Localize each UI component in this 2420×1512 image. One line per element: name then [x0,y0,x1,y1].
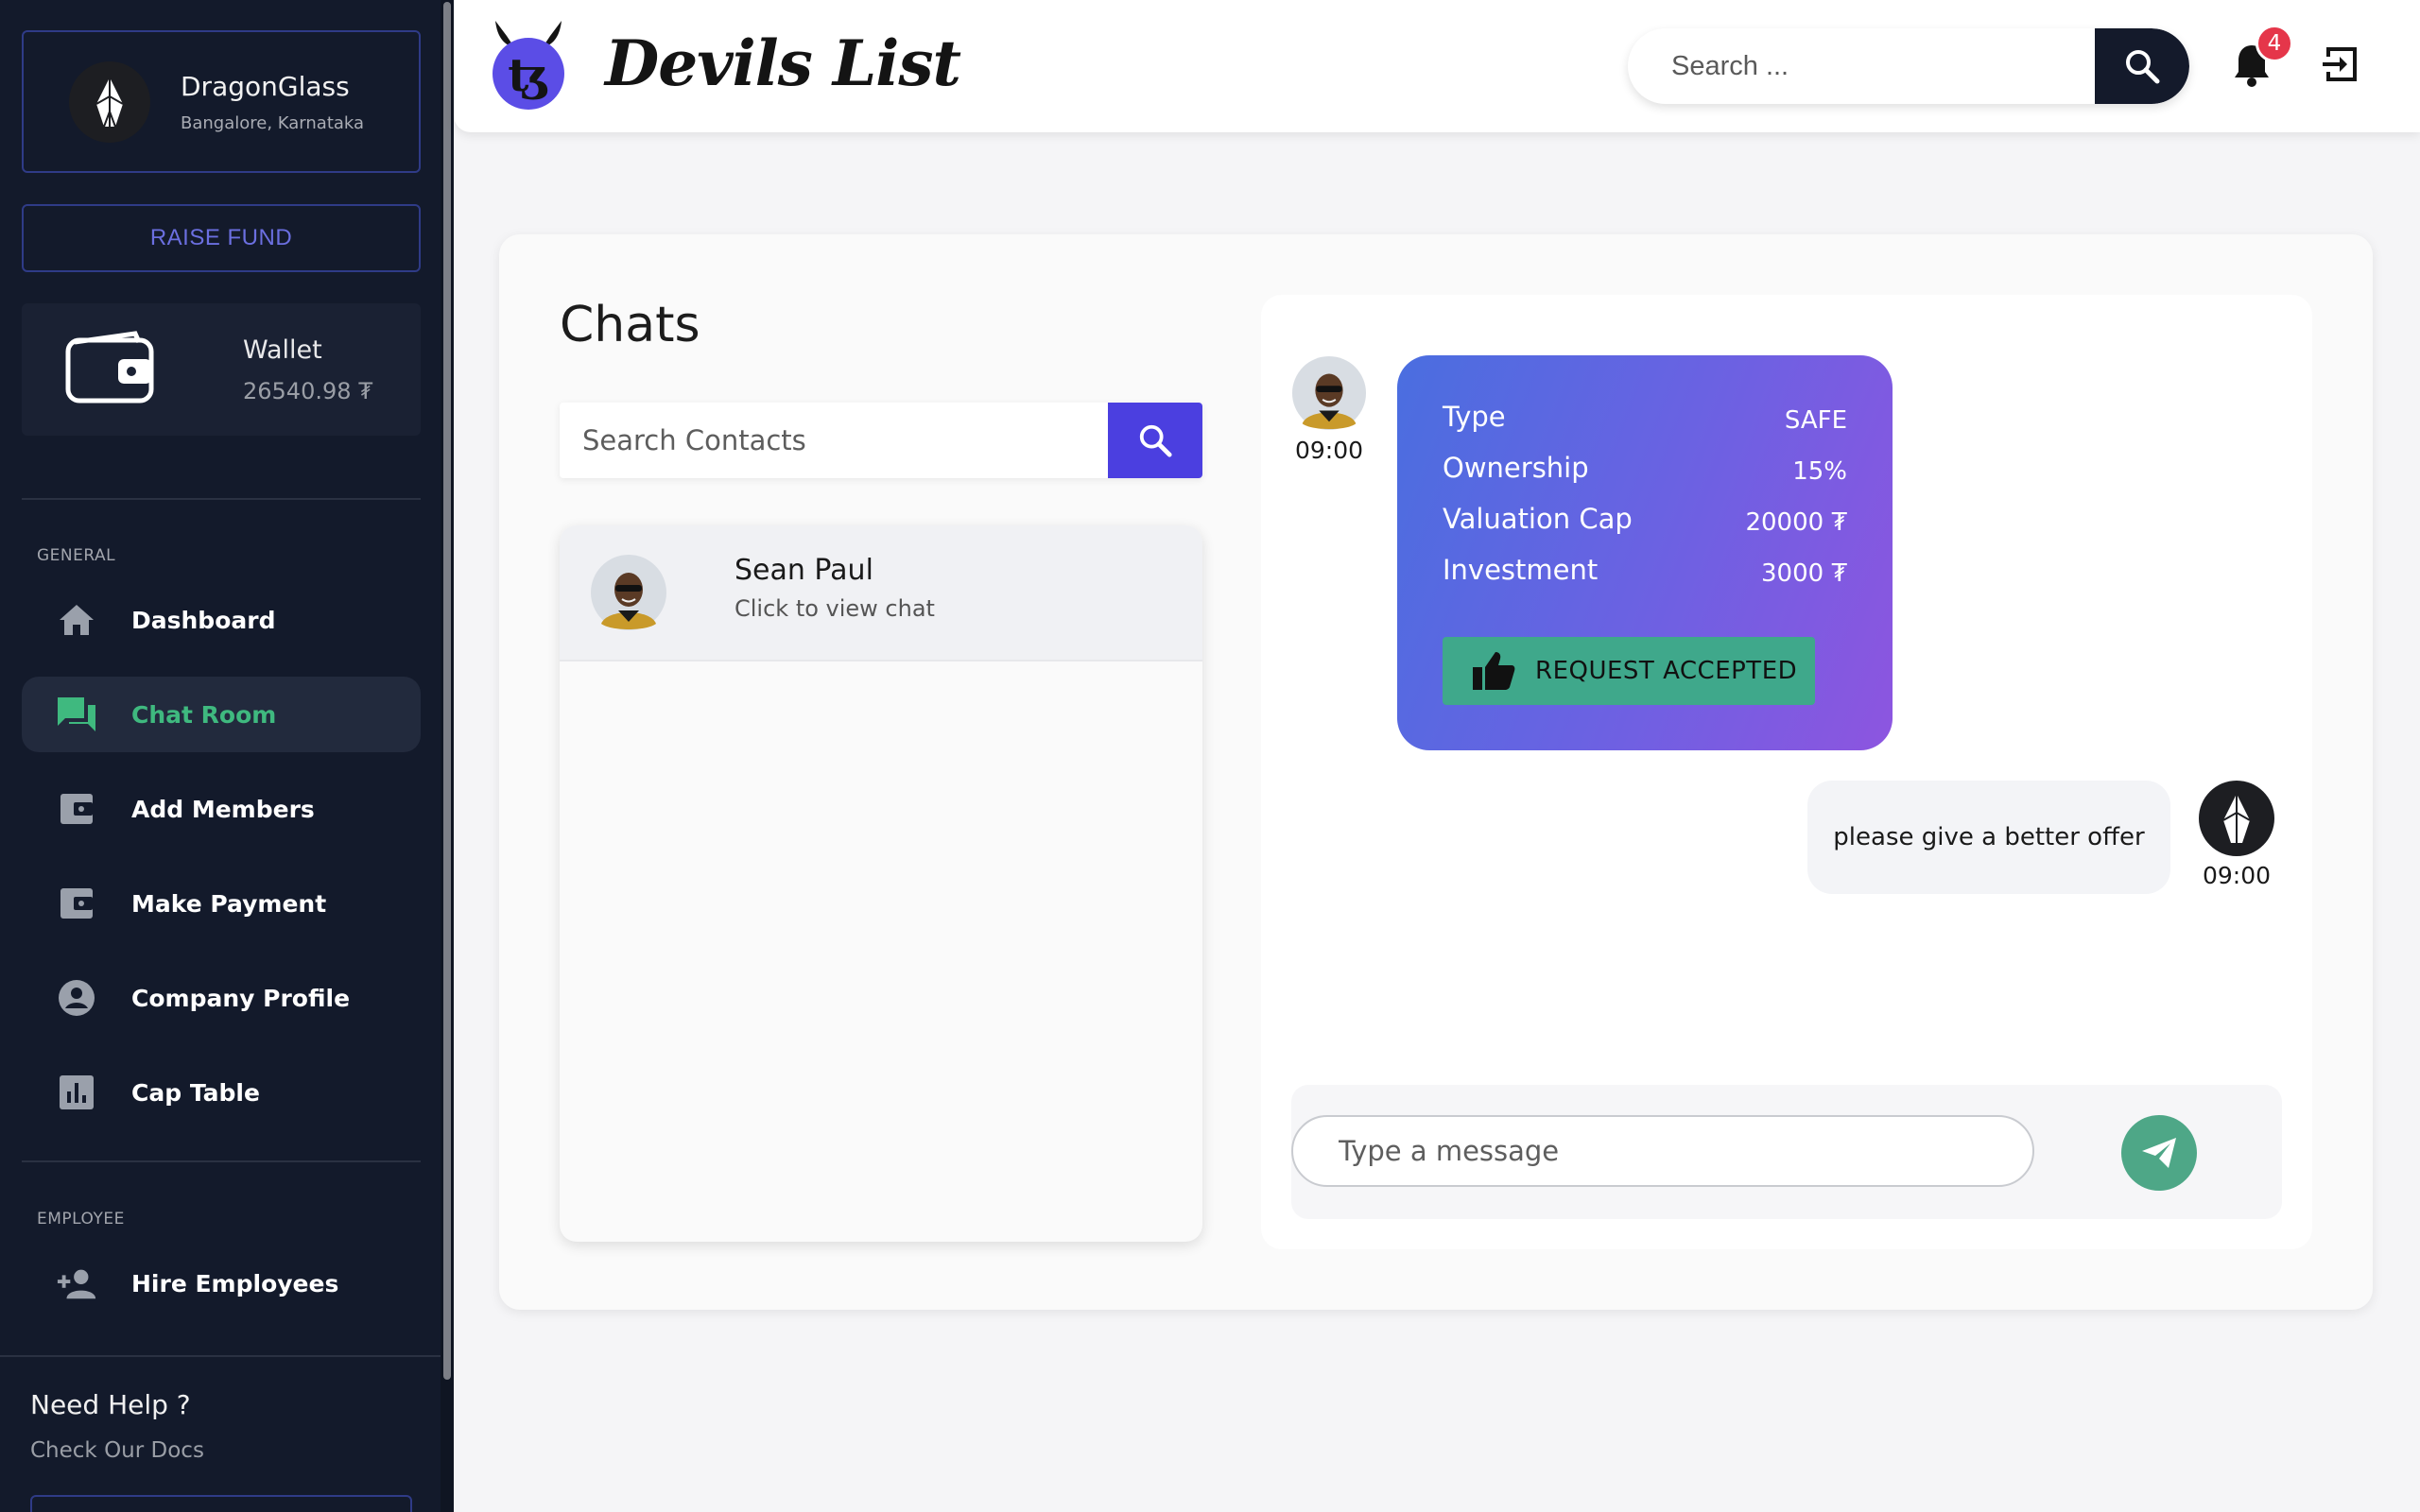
sidebar-item-label: Cap Table [131,1078,260,1107]
offer-card: Type SAFE Ownership 15% Valuation Cap 20… [1397,355,1893,750]
bar-chart-icon [56,1072,97,1113]
svg-text:ꜩ: ꜩ [508,49,549,102]
sidebar-item-chat-room[interactable]: Chat Room [22,677,421,752]
contact-search-input[interactable] [560,403,1108,478]
offer-row: Investment 3000 ₮ [1443,554,1847,592]
offer-value: SAFE [1784,406,1847,435]
offer-value: 3000 ₮ [1761,559,1847,588]
sidebar-item-label: Hire Employees [131,1269,339,1297]
offer-row: Ownership 15% [1443,452,1847,490]
sidebar-item-label: Add Members [131,795,315,823]
contact-subtitle: Click to view chat [735,595,935,622]
header-search [1628,28,2189,104]
company-card[interactable]: DragonGlass Bangalore, Karnataka [22,30,421,173]
wallet-card-icon [56,788,97,830]
request-accepted-button[interactable]: REQUEST ACCEPTED [1443,637,1815,705]
logout-icon[interactable] [2321,43,2362,89]
sidebar-divider [0,1355,441,1357]
send-button[interactable] [2121,1115,2197,1191]
wallet-icon [65,331,154,408]
brand-name: Devils List [605,26,961,100]
offer-row: Valuation Cap 20000 ₮ [1443,503,1847,541]
offer-key: Investment [1443,554,1599,586]
sidebar-item-label: Chat Room [131,700,277,729]
request-accepted-label: REQUEST ACCEPTED [1535,657,1798,685]
devil-tezos-logo-icon[interactable]: ꜩ [488,17,569,115]
wallet-balance: 26540.98 ₮ [243,377,373,404]
raise-fund-button[interactable]: RAISE FUND [22,204,421,272]
sidebar-item-label: Company Profile [131,984,351,1012]
message-composer [1291,1085,2282,1219]
offer-value: 15% [1792,457,1847,486]
offer-value: 20000 ₮ [1745,508,1847,537]
avatar [590,554,667,635]
list-item[interactable]: Sean Paul Click to view chat [560,525,1202,662]
sidebar-item-add-members[interactable]: Add Members [22,771,421,847]
sidebar-item-hire-employees[interactable]: Hire Employees [22,1246,421,1321]
header-search-button[interactable] [2095,28,2189,104]
sidebar: DragonGlass Bangalore, Karnataka RAISE F… [0,0,454,1512]
avatar [1291,355,1367,435]
sidebar-item-cap-table[interactable]: Cap Table [22,1055,421,1130]
thumbs-up-icon [1473,652,1515,690]
notification-badge: 4 [2256,25,2293,62]
sidebar-scrollbar[interactable] [441,0,454,1512]
wallet-card-icon [56,883,97,924]
message-bubble: please give a better offer [1807,781,2170,894]
offer-key: Valuation Cap [1443,503,1633,535]
sidebar-item-label: Dashboard [131,606,276,634]
account-circle-icon [56,977,97,1019]
company-location: Bangalore, Karnataka [181,112,365,133]
help-title: Need Help ? [30,1389,191,1420]
offer-key: Ownership [1443,452,1589,484]
sidebar-item-label: Make Payment [131,889,327,918]
offer-key: Type [1443,401,1506,433]
crystal-logo-icon [69,60,150,143]
contact-search-button[interactable] [1108,403,1202,478]
avatar [2199,781,2274,860]
docs-button[interactable] [30,1495,412,1512]
contacts-list: Sean Paul Click to view chat [560,525,1202,1242]
wallet-title: Wallet [243,335,322,365]
sidebar-item-make-payment[interactable]: Make Payment [22,866,421,941]
page-title: Chats [560,297,700,353]
sidebar-divider [22,498,421,500]
company-name: DragonGlass [181,70,350,102]
top-bar: ꜩ Devils List 4 [454,0,2420,132]
header-search-input[interactable] [1628,28,2095,104]
scrollbar-thumb[interactable] [443,2,451,1380]
wallet-card[interactable]: Wallet 26540.98 ₮ [22,303,421,436]
contact-search [560,403,1202,478]
offer-row: Type SAFE [1443,401,1847,438]
home-icon [56,599,97,641]
person-add-icon [56,1263,97,1304]
sidebar-item-company-profile[interactable]: Company Profile [22,960,421,1036]
section-label-employee: EMPLOYEE [37,1210,125,1228]
sidebar-divider [22,1160,421,1162]
send-icon [2142,1138,2176,1168]
docs-link[interactable]: Check Our Docs [30,1438,204,1463]
message-time: 09:00 [2203,862,2272,889]
sidebar-item-dashboard[interactable]: Dashboard [22,582,421,658]
search-icon [2126,50,2160,84]
chat-icon [56,694,97,735]
contact-name: Sean Paul [735,554,873,587]
message-time: 09:00 [1295,437,1364,464]
message-input[interactable] [1291,1115,2034,1187]
section-label-general: GENERAL [37,546,116,565]
search-icon [1139,424,1172,457]
